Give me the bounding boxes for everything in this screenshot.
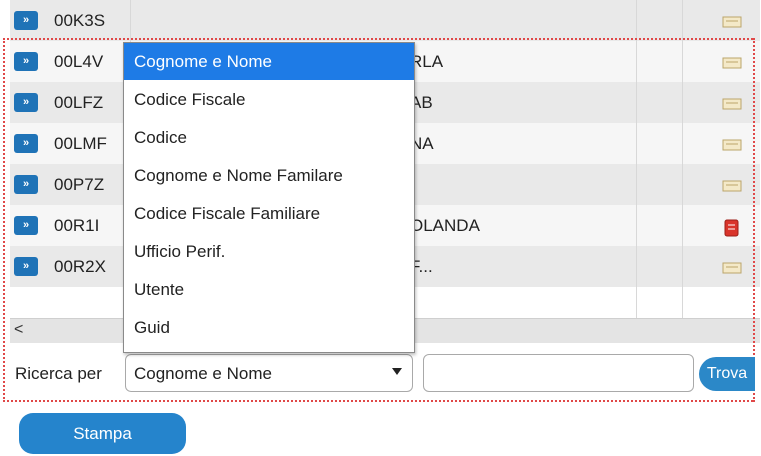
search-input[interactable] bbox=[423, 354, 694, 392]
row-code: 00L4V bbox=[54, 52, 104, 71]
option-guid[interactable]: Guid bbox=[124, 309, 414, 346]
option-cognome-nome[interactable]: Cognome e Nome bbox=[124, 43, 414, 80]
red-doc-icon[interactable] bbox=[720, 218, 744, 238]
note-icon[interactable] bbox=[720, 95, 744, 113]
row-code: 00LFZ bbox=[54, 93, 104, 112]
expand-button[interactable]: » bbox=[14, 52, 38, 71]
expand-button[interactable]: » bbox=[14, 134, 38, 153]
option-codice-fiscale-familiare[interactable]: Codice Fiscale Familiare bbox=[124, 195, 414, 232]
scroll-left-icon[interactable]: < bbox=[14, 321, 23, 339]
row-code: 00R1I bbox=[54, 216, 100, 235]
search-by-dropdown: Cognome e Nome Codice Fiscale Codice Cog… bbox=[123, 42, 415, 353]
option-cognome-nome-familare[interactable]: Cognome e Nome Familare bbox=[124, 157, 414, 194]
row-code: 00LMF bbox=[54, 134, 107, 153]
note-icon[interactable] bbox=[720, 259, 744, 277]
table-row[interactable]: » 00K3S bbox=[10, 0, 760, 42]
expand-button[interactable]: » bbox=[14, 11, 38, 30]
search-by-value: Cognome e Nome bbox=[134, 364, 272, 383]
option-codice-fiscale[interactable]: Codice Fiscale bbox=[124, 81, 414, 118]
caret-down-icon bbox=[392, 368, 402, 375]
note-icon[interactable] bbox=[720, 54, 744, 72]
find-button[interactable]: Trova bbox=[699, 357, 755, 391]
option-utente[interactable]: Utente bbox=[124, 271, 414, 308]
column-divider bbox=[682, 0, 683, 318]
note-icon[interactable] bbox=[720, 177, 744, 195]
option-ufficio-perif[interactable]: Ufficio Perif. bbox=[124, 233, 414, 270]
row-code: 00P7Z bbox=[54, 175, 105, 194]
row-code: 00K3S bbox=[54, 11, 106, 30]
note-icon[interactable] bbox=[720, 13, 744, 31]
search-by-select[interactable]: Cognome e Nome bbox=[125, 354, 413, 392]
selection-outline-right bbox=[753, 38, 755, 402]
print-button[interactable]: Stampa bbox=[19, 413, 186, 454]
expand-button[interactable]: » bbox=[14, 257, 38, 276]
column-divider bbox=[636, 0, 637, 318]
option-codice[interactable]: Codice bbox=[124, 119, 414, 156]
expand-button[interactable]: » bbox=[14, 175, 38, 194]
row-name: OLANDA bbox=[410, 216, 480, 235]
expand-button[interactable]: » bbox=[14, 93, 38, 112]
search-by-label: Ricerca per bbox=[15, 364, 102, 383]
expand-button[interactable]: » bbox=[14, 216, 38, 235]
row-code: 00R2X bbox=[54, 257, 106, 276]
note-icon[interactable] bbox=[720, 136, 744, 154]
